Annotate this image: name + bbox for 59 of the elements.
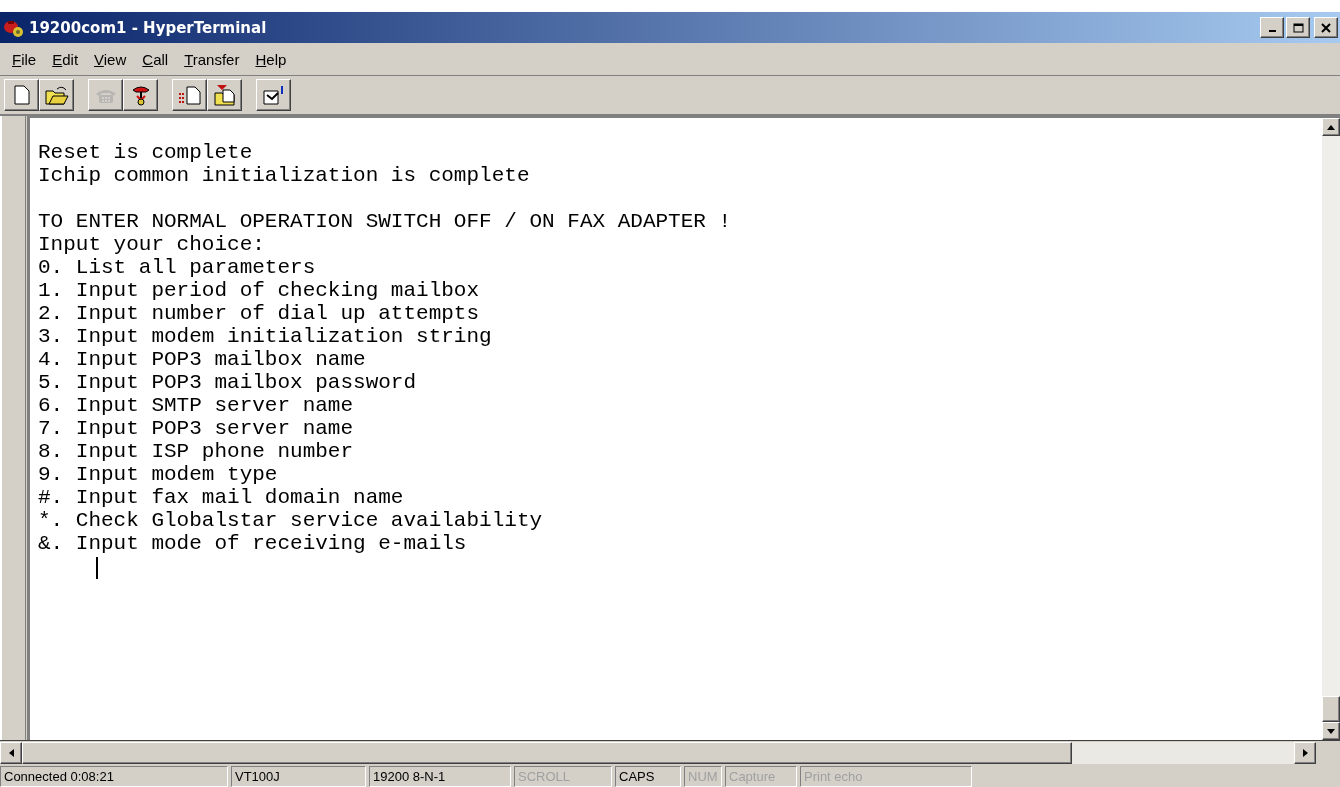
terminal-line: Ichip common initialization is complete: [38, 164, 530, 187]
terminal-line: 8. Input ISP phone number: [38, 440, 354, 463]
terminal-line: Reset is complete: [38, 141, 253, 164]
window-title: 19200com1 - HyperTerminal: [29, 18, 268, 37]
terminal-line: Input your choice:: [38, 233, 265, 256]
terminal-line: 7. Input POP3 server name: [38, 417, 354, 440]
terminal-line: 3. Input modem initialization string: [38, 325, 492, 348]
folder-icon: [44, 85, 69, 105]
scroll-thumb[interactable]: [22, 742, 1072, 764]
terminal-line: *. Check Globalstar service availability: [38, 509, 543, 532]
terminal-line: 0. List all parameters: [38, 256, 316, 279]
scroll-right-button[interactable]: [1294, 742, 1316, 764]
phone-handset-icon: [130, 84, 151, 106]
terminal-line: 6. Input SMTP server name: [38, 394, 354, 417]
menu-item[interactable]: Call: [134, 48, 177, 70]
properties-button[interactable]: [256, 79, 291, 111]
menu-item[interactable]: Transfer: [176, 48, 248, 70]
send-page-icon: [177, 85, 202, 105]
menu-item[interactable]: View: [86, 48, 135, 70]
terminal-line: 2. Input number of dial up attempts: [38, 302, 480, 325]
terminal-line: TO ENTER NORMAL OPERATION SWITCH OFF / ON FAX ADAPTER !: [38, 210, 732, 233]
terminal-line: 9. Input modem type: [38, 463, 278, 486]
terminal-line: 1. Input period of checking mailbox: [38, 279, 480, 302]
terminal-line: #. Input fax mail domain name: [38, 486, 404, 509]
close-icon: [1321, 22, 1331, 33]
properties-icon: [261, 85, 286, 105]
send-button[interactable]: [172, 79, 207, 111]
blank-page-icon: [13, 85, 30, 105]
scroll-left-button[interactable]: [0, 742, 22, 764]
down-arrow-icon: [1327, 728, 1335, 734]
minimize-icon: [1268, 30, 1276, 32]
up-arrow-icon: [1327, 124, 1335, 130]
terminal-line: 5. Input POP3 mailbox password: [38, 371, 417, 394]
terminal-line: 4. Input POP3 mailbox name: [38, 348, 366, 371]
maximize-icon: [1292, 22, 1304, 33]
minimize-button[interactable]: [1260, 17, 1284, 38]
close-button[interactable]: [1314, 17, 1338, 38]
status-panel: Connected 0:08:21: [0, 766, 228, 787]
scroll-down-button[interactable]: [1322, 722, 1340, 740]
scroll-thumb[interactable]: [1322, 696, 1340, 722]
receive-button[interactable]: [207, 79, 242, 111]
scroll-up-button[interactable]: [1322, 118, 1340, 136]
menu-item[interactable]: File: [4, 48, 45, 70]
status-panel: VT100J: [231, 766, 366, 787]
vertical-scrollbar[interactable]: [1322, 116, 1340, 740]
menu-item[interactable]: Edit: [44, 48, 87, 70]
open-button[interactable]: [39, 79, 74, 111]
right-arrow-icon: [1302, 749, 1308, 757]
status-panel: CAPS: [615, 766, 681, 787]
left-arrow-icon: [8, 749, 14, 757]
maximize-button[interactable]: [1286, 17, 1310, 38]
new-button[interactable]: [4, 79, 39, 111]
horizontal-scrollbar[interactable]: [0, 742, 1316, 764]
receive-folder-icon: [213, 84, 236, 106]
menu-item[interactable]: Help: [247, 48, 295, 70]
status-panel: 19200 8-N-1: [369, 766, 511, 787]
terminal-line: &. Input mode of receiving e-mails: [38, 532, 467, 555]
text-cursor: [96, 557, 98, 579]
disconnect-button[interactable]: [123, 79, 158, 111]
